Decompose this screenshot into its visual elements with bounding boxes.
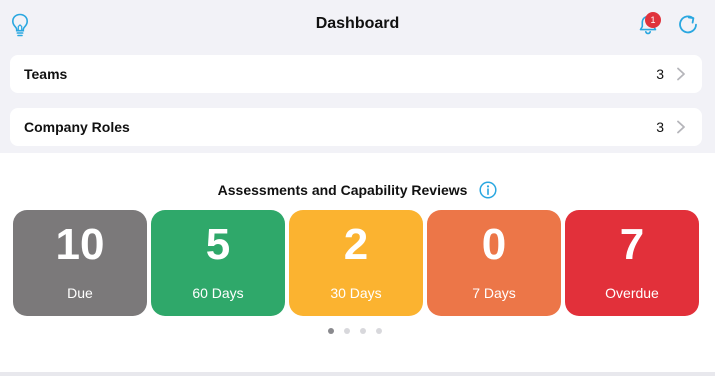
tile-due-label: Due xyxy=(67,285,93,301)
tile-overdue-value: 7 xyxy=(619,220,645,269)
tile-7-days-value: 0 xyxy=(481,220,507,269)
header-bar: Dashboard 1 xyxy=(0,0,715,50)
page-dot[interactable] xyxy=(376,328,382,334)
page-dot[interactable] xyxy=(328,328,334,334)
tile-30-days[interactable]: 2 30 Days xyxy=(289,210,423,316)
refresh-icon[interactable] xyxy=(676,12,700,36)
company-roles-count: 3 xyxy=(656,119,664,135)
assessments-title: Assessments and Capability Reviews xyxy=(217,182,468,199)
tile-30-days-label: 30 Days xyxy=(330,285,382,301)
assessments-panel: Assessments and Capability Reviews 10 Du… xyxy=(0,153,715,372)
tile-overdue[interactable]: 7 Overdue xyxy=(565,210,699,316)
tile-due-value: 10 xyxy=(55,220,105,269)
tile-60-days-value: 5 xyxy=(205,220,231,269)
company-roles-row[interactable]: Company Roles 3 xyxy=(10,108,702,146)
teams-label: Teams xyxy=(24,66,68,82)
page-title: Dashboard xyxy=(315,15,400,32)
tile-overdue-label: Overdue xyxy=(605,285,659,301)
tile-due[interactable]: 10 Due xyxy=(13,210,147,316)
teams-row[interactable]: Teams 3 xyxy=(10,55,702,93)
chevron-right-icon xyxy=(677,120,685,134)
teams-count: 3 xyxy=(656,66,664,82)
page-dot[interactable] xyxy=(360,328,366,334)
tile-7-days[interactable]: 0 7 Days xyxy=(427,210,561,316)
info-icon[interactable] xyxy=(479,181,497,199)
assessments-title-row: Assessments and Capability Reviews xyxy=(0,181,715,199)
tile-60-days-label: 60 Days xyxy=(192,285,244,301)
page-dot[interactable] xyxy=(344,328,350,334)
tile-7-days-label: 7 Days xyxy=(472,285,516,301)
chevron-right-icon xyxy=(677,67,685,81)
bottom-divider xyxy=(0,372,715,376)
company-roles-label: Company Roles xyxy=(24,119,130,135)
tile-60-days[interactable]: 5 60 Days xyxy=(151,210,285,316)
tile-30-days-value: 2 xyxy=(343,220,369,269)
notification-badge: 1 xyxy=(645,12,661,28)
